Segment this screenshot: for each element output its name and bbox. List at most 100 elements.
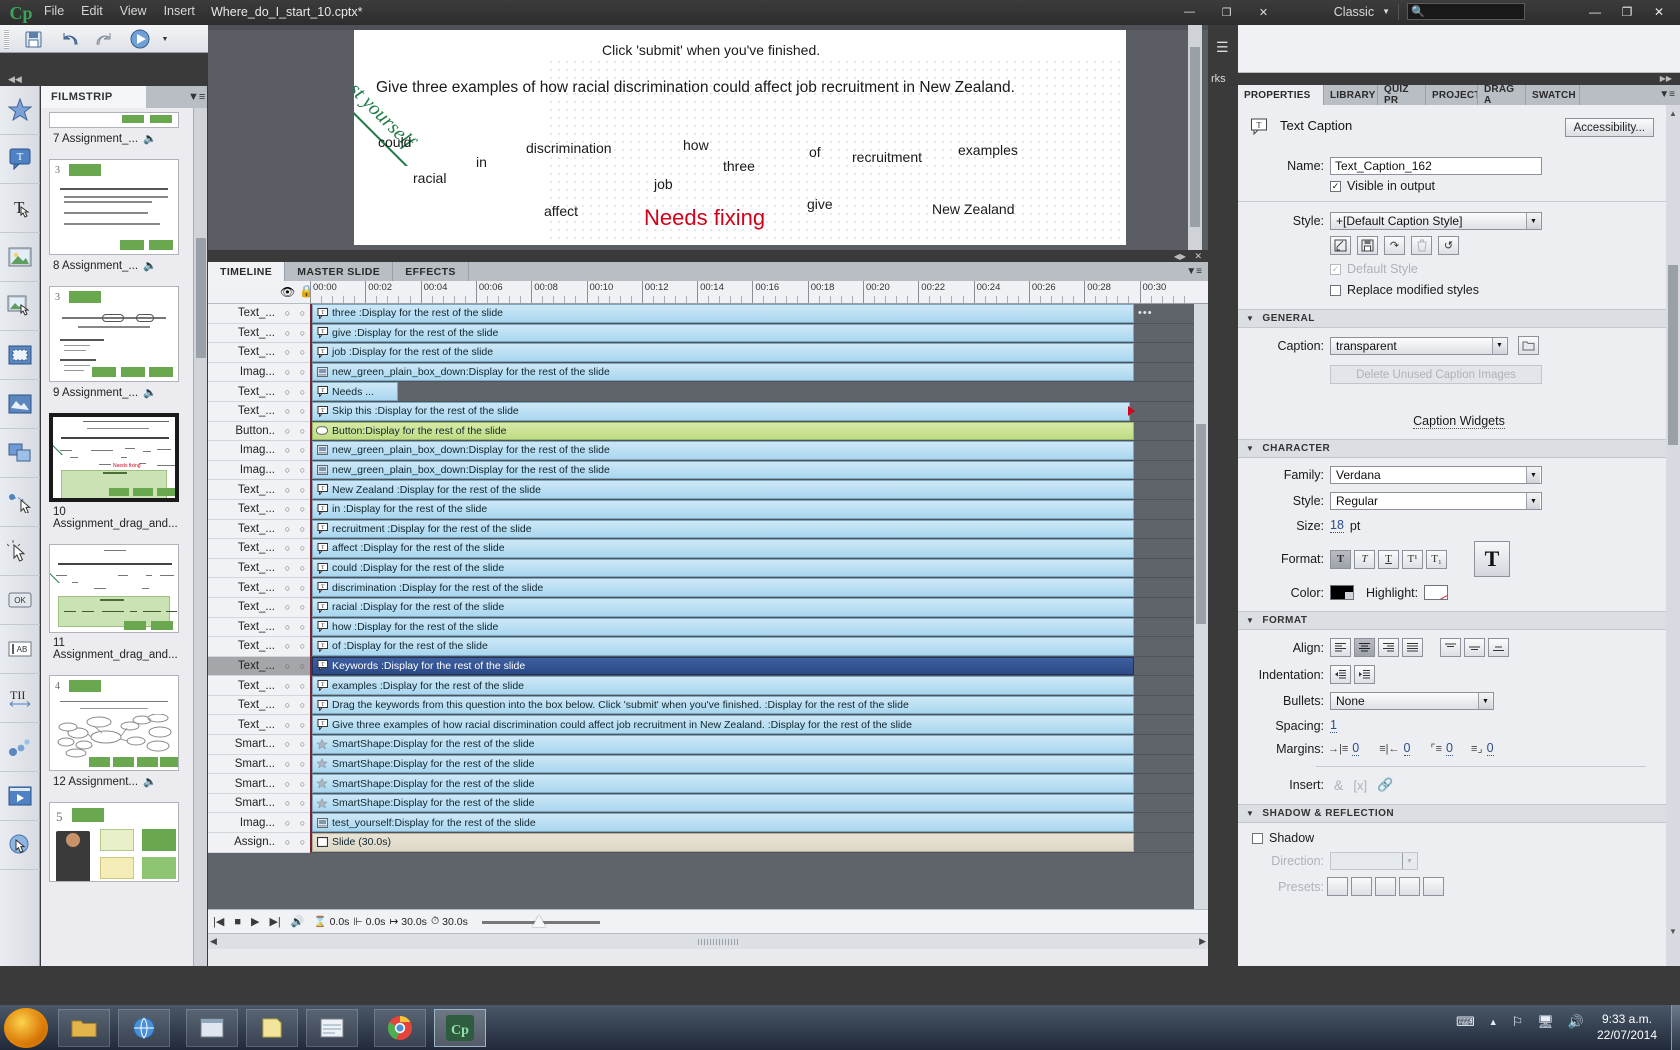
track-bar[interactable]: T Drag the keywords from this question in… xyxy=(312,695,1134,715)
track-bar[interactable]: Tgive :Display for the rest of the slide xyxy=(312,323,1134,343)
properties-drag-bar[interactable]: ▶▶ xyxy=(1238,73,1680,85)
instruction-text[interactable]: Click 'submit' when you've finished. xyxy=(602,42,820,58)
timeline-track-row[interactable]: Imag... ○ ○ new_green_plain_box_down:Displa… xyxy=(208,362,1208,383)
timeline-track-row[interactable]: Text_... ○ ○ Tcould :Display for the rest o… xyxy=(208,558,1208,579)
chevron-down-icon[interactable]: ▼ xyxy=(1382,7,1390,16)
keyword-in[interactable]: in xyxy=(476,154,487,170)
align-right-button[interactable] xyxy=(1378,638,1399,657)
timeline-track-row[interactable]: Text_... ○ ○ T New Zealand :Display for the … xyxy=(208,480,1208,500)
track-name[interactable]: Text_... xyxy=(208,558,280,579)
toolbar-grip[interactable] xyxy=(4,29,9,49)
save-style-button[interactable] xyxy=(1357,236,1378,255)
track-name[interactable]: Text_... xyxy=(208,343,280,363)
track-visibility-toggle[interactable]: ○ xyxy=(285,504,290,514)
track-name[interactable]: Text_... xyxy=(208,539,280,559)
keyword-give[interactable]: give xyxy=(807,196,833,212)
track-bar-zone[interactable]: Texamples :Display for the rest of the s… xyxy=(310,676,1208,696)
track-bar-zone[interactable]: new_green_plain_box_down:Display for the… xyxy=(310,460,1208,481)
timeline-track-row[interactable]: Smart... ○ ○ SmartShape:Display for the res… xyxy=(208,754,1208,775)
tool-placeholder-objects[interactable] xyxy=(0,429,40,478)
track-visibility-toggle[interactable]: ○ xyxy=(285,406,290,416)
track-lock-toggle[interactable]: ○ xyxy=(300,583,305,593)
filmstrip-drag-bar[interactable] xyxy=(0,72,207,86)
track-lock-toggle[interactable]: ○ xyxy=(300,485,305,495)
test-yourself-ribbon[interactable]: test yourself xyxy=(354,30,494,166)
track-bar[interactable]: SmartShape:Display for the rest of the s… xyxy=(312,774,1134,793)
track-lock-toggle[interactable]: ○ xyxy=(300,739,305,749)
triangle-down-icon[interactable]: ▼ xyxy=(1246,444,1254,453)
stage-vertical-scrollbar[interactable] xyxy=(1188,25,1202,260)
app-maximize-button[interactable]: ❐ xyxy=(1614,2,1640,21)
track-visibility-toggle[interactable]: ○ xyxy=(285,308,290,318)
track-bar-zone[interactable]: Tcould :Display for the rest of the slid… xyxy=(310,558,1208,579)
track-name[interactable]: Text_... xyxy=(208,676,280,696)
section-header-general[interactable]: ▼ GENERAL xyxy=(1238,309,1666,328)
track-bar-zone[interactable]: Thow :Display for the rest of the slide xyxy=(310,617,1208,638)
track-visibility-toggle[interactable]: ○ xyxy=(285,347,290,357)
timeline-horizontal-scrollbar[interactable]: ◀ ▶ xyxy=(208,933,1208,949)
tool-rollover-image[interactable] xyxy=(0,282,40,331)
undo-button[interactable] xyxy=(58,28,84,50)
tool-align-distribute[interactable]: TII xyxy=(0,674,40,723)
keyword-affect[interactable]: affect xyxy=(544,203,578,219)
track-visibility-toggle[interactable]: ○ xyxy=(285,798,290,808)
decrease-indent-button[interactable] xyxy=(1330,665,1351,684)
track-visibility-toggle[interactable]: ○ xyxy=(285,465,290,475)
timeline-track-row[interactable]: Smart... ○ ○ SmartShape:Display for the res… xyxy=(208,774,1208,794)
menu-item-file[interactable]: File xyxy=(44,4,64,18)
tool-smartshape[interactable] xyxy=(0,86,40,135)
show-hidden-icons-arrow[interactable]: ▲ xyxy=(1489,1017,1498,1027)
track-visibility-toggle[interactable]: ○ xyxy=(285,485,290,495)
align-justify-button[interactable] xyxy=(1402,638,1423,657)
app-minimize-button[interactable]: — xyxy=(1582,2,1608,21)
triangle-down-icon[interactable]: ▼ xyxy=(1246,809,1254,818)
needs-fixing-text[interactable]: Needs fixing xyxy=(644,205,765,231)
list-item[interactable]: 11 Assignment_drag_and... xyxy=(41,540,193,671)
timeline-track-row[interactable]: Imag... ○ ○ new_green_plain_box_down:Displa… xyxy=(208,460,1208,481)
track-lock-toggle[interactable]: ○ xyxy=(300,681,305,691)
timeline-track-row[interactable]: Text_... ○ ○ T Needs ... xyxy=(208,382,1208,402)
timeline-track-row[interactable]: Imag... ○ ○ new_green_plain_box_down:Displa… xyxy=(208,441,1208,461)
track-name[interactable]: Text_... xyxy=(208,323,280,344)
track-name[interactable]: Imag... xyxy=(208,813,280,834)
keyword-examples[interactable]: examples xyxy=(958,142,1018,158)
menu-item-insert[interactable]: Insert xyxy=(164,4,195,18)
panel-resize-grip[interactable] xyxy=(698,939,738,945)
track-bar-zone[interactable]: test_yourself:Display for the rest of th… xyxy=(310,813,1208,834)
insert-symbol-icon[interactable]: & xyxy=(1334,777,1343,793)
track-name[interactable]: Text_... xyxy=(208,617,280,638)
track-bar[interactable]: SmartShape:Display for the rest of the s… xyxy=(312,793,1134,813)
list-item[interactable]: 5 xyxy=(41,798,193,896)
tab-filmstrip[interactable]: FILMSTRIP xyxy=(41,86,146,108)
timeline-track-row[interactable]: Text_... ○ ○ Tracial :Display for the rest … xyxy=(208,597,1208,618)
track-name[interactable]: Smart... xyxy=(208,754,280,775)
document-maximize-button[interactable]: ❐ xyxy=(1212,3,1241,21)
tool-button[interactable]: OK xyxy=(0,576,40,625)
timeline-zoom-slider[interactable] xyxy=(481,914,600,929)
tool-rollover-caption[interactable]: T xyxy=(0,184,40,233)
zoom-slider-knob[interactable] xyxy=(531,914,546,927)
track-bar-zone[interactable]: Tgive :Display for the rest of the slide xyxy=(310,323,1208,344)
track-bar[interactable]: T Needs ... xyxy=(312,382,398,401)
timeline-track-row[interactable]: Smart... ○ ○ SmartShape:Display for the res… xyxy=(208,793,1208,814)
name-input[interactable]: Text_Caption_162 xyxy=(1330,157,1542,175)
section-header-character[interactable]: ▼ CHARACTER xyxy=(1238,439,1666,458)
tool-objects-group[interactable] xyxy=(0,723,40,772)
track-name[interactable]: Text_... xyxy=(208,715,280,736)
timeline-track-list[interactable]: Text_... ○ ○ Tthree :Display for the rest o… xyxy=(208,304,1208,909)
track-bar-zone[interactable]: new_green_plain_box_down:Display for the… xyxy=(310,362,1208,383)
timeline-track-row[interactable]: Text_... ○ ○ Tdiscrimination :Display for t… xyxy=(208,578,1208,598)
track-lock-toggle[interactable]: ○ xyxy=(300,504,305,514)
track-bar-zone[interactable]: SmartShape:Display for the rest of the s… xyxy=(310,774,1208,794)
tool-animation[interactable] xyxy=(0,772,40,821)
chevron-down-icon[interactable]: ▼ xyxy=(1526,213,1540,229)
track-bar[interactable]: T Keywords :Display for the rest of the s… xyxy=(312,656,1134,676)
create-new-style-button[interactable] xyxy=(1330,236,1351,255)
track-bar[interactable]: Tthree :Display for the rest of the slid… xyxy=(312,304,1134,323)
tool-text-entry-box[interactable]: AB xyxy=(0,625,40,674)
timeline-track-row[interactable]: Text_... ○ ○ Texamples :Display for the res… xyxy=(208,676,1208,696)
track-bar[interactable]: T Give three examples of how racial discr… xyxy=(312,715,1134,735)
tab-drag-and-drop[interactable]: DRAG A xyxy=(1478,85,1526,105)
track-lock-toggle[interactable]: ○ xyxy=(300,622,305,632)
track-bar-zone[interactable]: T New Zealand :Display for the rest of th… xyxy=(310,480,1208,500)
